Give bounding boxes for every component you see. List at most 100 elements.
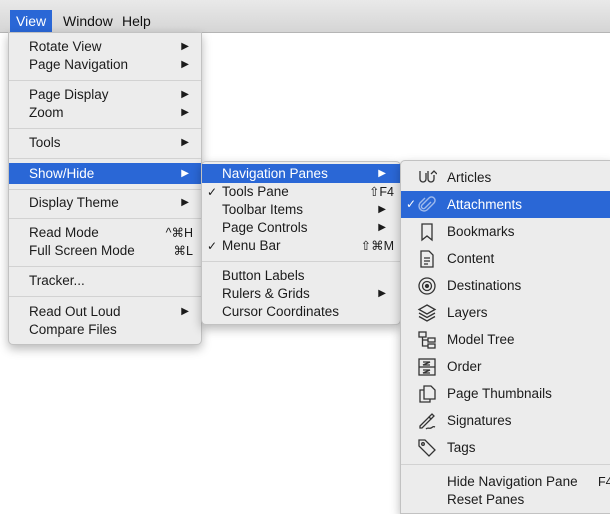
menu-item-destinations[interactable]: Destinations — [401, 272, 610, 299]
menubar-help[interactable]: Help — [116, 10, 157, 32]
target-icon — [417, 276, 437, 296]
menu-separator — [9, 128, 201, 129]
menu-item-label: Cursor Coordinates — [222, 304, 340, 319]
menu-item-zoom[interactable]: Zoom ▶ — [9, 104, 201, 122]
submenu-arrow-icon: ▶ — [181, 107, 189, 118]
menu-item-navigation-panes[interactable]: Navigation Panes ▶ — [202, 164, 400, 183]
menu-item-bookmarks[interactable]: Bookmarks — [401, 218, 610, 245]
menu-item-read-mode[interactable]: Read Mode ^⌘H — [9, 224, 201, 242]
menu-item-label: Page Navigation — [29, 57, 129, 72]
menu-item-attachments[interactable]: ✓ Attachments — [401, 191, 610, 218]
menu-item-tools[interactable]: Tools ▶ — [9, 134, 201, 152]
menu-item-tracker[interactable]: Tracker... — [9, 272, 201, 290]
checkmark-icon: ✓ — [406, 197, 417, 211]
menu-separator — [9, 158, 201, 159]
menu-item-label: Reset Panes — [447, 492, 525, 507]
menu-item-content[interactable]: Content — [401, 245, 610, 272]
menu-shortcut: ⇧F4 — [368, 185, 394, 199]
menu-separator — [401, 464, 610, 465]
menu-item-display-theme[interactable]: Display Theme ▶ — [9, 194, 201, 212]
menu-separator — [9, 218, 201, 219]
submenu-arrow-icon: ▶ — [181, 41, 189, 52]
menu-item-hide-navigation-pane[interactable]: Hide Navigation Pane F4 — [401, 473, 610, 491]
menu-item-full-screen-mode[interactable]: Full Screen Mode ⌘L — [9, 242, 201, 260]
submenu-arrow-icon: ▶ — [181, 168, 189, 179]
menu-item-menu-bar[interactable]: ✓ Menu Bar ⇧⌘M — [202, 237, 400, 255]
tree-icon — [417, 330, 437, 350]
menu-item-label: Show/Hide — [29, 166, 95, 181]
menu-item-label: Tracker... — [29, 273, 85, 288]
menu-item-label: Tools Pane — [222, 184, 289, 199]
menu-item-label: Read Mode — [29, 225, 99, 240]
menu-shortcut: F4 — [598, 475, 610, 489]
document-icon — [417, 249, 437, 269]
menu-item-label: Hide Navigation Pane — [447, 474, 578, 489]
menu-bar: View Window Help — [0, 0, 610, 33]
menu-item-read-out-loud[interactable]: Read Out Loud ▶ — [9, 303, 201, 321]
menu-item-rulers-grids[interactable]: Rulers & Grids ▶ — [202, 285, 400, 303]
menu-item-label: Content — [447, 251, 495, 266]
menu-item-page-controls[interactable]: Page Controls ▶ — [202, 219, 400, 237]
menu-separator — [9, 296, 201, 297]
menu-item-label: Compare Files — [29, 322, 117, 337]
menu-item-tools-pane[interactable]: ✓ Tools Pane ⇧F4 — [202, 183, 400, 201]
menu-item-show-hide[interactable]: Show/Hide ▶ — [9, 163, 201, 184]
menu-separator — [9, 266, 201, 267]
submenu-arrow-icon: ▶ — [181, 59, 189, 70]
menu-item-rotate-view[interactable]: Rotate View ▶ — [9, 38, 201, 56]
menu-item-tags[interactable]: Tags — [401, 434, 610, 461]
menu-item-label: Full Screen Mode — [29, 243, 135, 258]
menu-separator — [9, 80, 201, 81]
menu-item-toolbar-items[interactable]: Toolbar Items ▶ — [202, 201, 400, 219]
submenu-arrow-icon: ▶ — [378, 222, 386, 233]
menu-item-page-navigation[interactable]: Page Navigation ▶ — [9, 56, 201, 74]
articles-icon — [417, 168, 438, 188]
menu-item-label: Model Tree — [447, 332, 515, 347]
bookmark-icon — [417, 222, 437, 242]
menu-item-label: Signatures — [447, 413, 512, 428]
menu-item-label: Menu Bar — [222, 238, 281, 253]
navigation-panes-submenu: Articles ✓ Attachments Bookmarks Content… — [400, 160, 610, 514]
submenu-arrow-icon: ▶ — [181, 137, 189, 148]
menu-separator — [202, 261, 400, 262]
menu-item-page-thumbnails[interactable]: Page Thumbnails — [401, 380, 610, 407]
show-hide-submenu: Navigation Panes ▶ ✓ Tools Pane ⇧F4 Tool… — [201, 161, 401, 325]
menu-item-label: Tools — [29, 135, 61, 150]
menu-item-order[interactable]: Order — [401, 353, 610, 380]
menu-item-label: Order — [447, 359, 482, 374]
menu-item-label: Attachments — [447, 197, 523, 212]
menubar-window[interactable]: Window — [57, 10, 119, 32]
checkmark-icon: ✓ — [207, 185, 218, 199]
menu-shortcut: ⌘L — [173, 244, 193, 258]
menu-item-page-display[interactable]: Page Display ▶ — [9, 86, 201, 104]
submenu-arrow-icon: ▶ — [378, 168, 386, 179]
menu-item-label: Toolbar Items — [222, 202, 304, 217]
menubar-view[interactable]: View — [10, 10, 53, 32]
view-menu: Rotate View ▶ Page Navigation ▶ Page Dis… — [8, 32, 202, 345]
menu-item-signatures[interactable]: Signatures — [401, 407, 610, 434]
menu-item-cursor-coordinates[interactable]: Cursor Coordinates — [202, 303, 400, 321]
page-thumbnails-icon — [417, 384, 437, 404]
menu-item-compare-files[interactable]: Compare Files — [9, 321, 201, 339]
menu-item-label: Page Controls — [222, 220, 308, 235]
checkmark-icon: ✓ — [207, 239, 218, 253]
submenu-arrow-icon: ▶ — [378, 288, 386, 299]
menu-item-label: Zoom — [29, 105, 64, 120]
paperclip-icon — [417, 195, 437, 215]
menu-item-label: Rotate View — [29, 39, 102, 54]
menu-item-layers[interactable]: Layers — [401, 299, 610, 326]
menu-item-button-labels[interactable]: Button Labels — [202, 267, 400, 285]
menu-item-label: Page Thumbnails — [447, 386, 552, 401]
menu-shortcut: ⇧⌘M — [360, 239, 394, 253]
menu-shortcut: ^⌘H — [165, 226, 193, 240]
menu-item-reset-panes[interactable]: Reset Panes — [401, 491, 610, 509]
menu-item-label: Destinations — [447, 278, 522, 293]
submenu-arrow-icon: ▶ — [181, 89, 189, 100]
menu-item-articles[interactable]: Articles — [401, 164, 610, 191]
order-icon — [417, 357, 437, 377]
menu-item-model-tree[interactable]: Model Tree — [401, 326, 610, 353]
menu-item-label: Display Theme — [29, 195, 119, 210]
menu-item-label: Button Labels — [222, 268, 305, 283]
menu-separator — [9, 189, 201, 190]
menu-item-label: Bookmarks — [447, 224, 515, 239]
